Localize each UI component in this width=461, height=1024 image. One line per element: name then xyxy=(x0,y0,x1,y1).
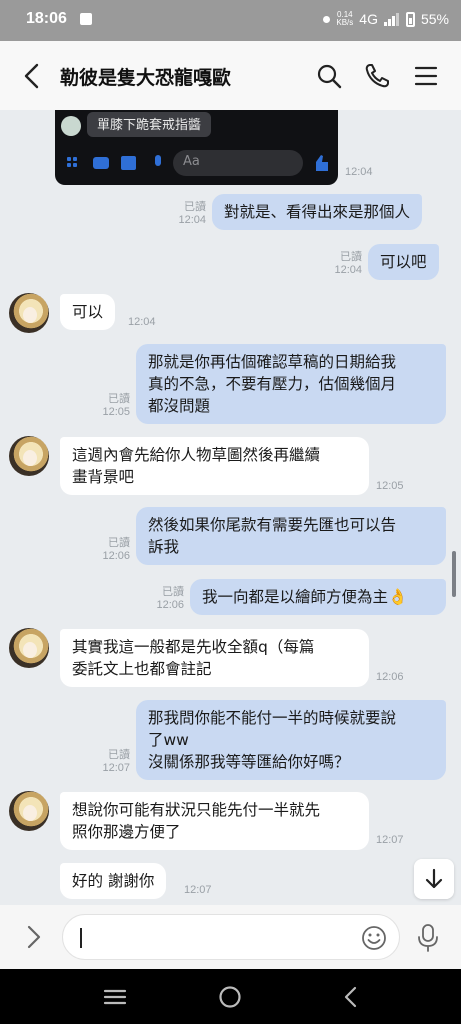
text-cursor xyxy=(80,928,82,948)
image-caption: 單膝下跪套戒指醬 xyxy=(87,112,212,137)
chat-header: 勒彼是隻大恐龍嘎歐 xyxy=(0,41,461,110)
message-meta: 已讀 12:06 xyxy=(156,586,184,611)
outgoing-message-bubble[interactable]: 可以吧 xyxy=(368,244,439,280)
incoming-message-bubble[interactable]: 可以 xyxy=(60,294,116,330)
signal-icon xyxy=(383,12,400,26)
chat-title: 勒彼是隻大恐龍嘎歐 xyxy=(60,67,232,89)
avatar[interactable] xyxy=(9,628,49,668)
message-time: 12:05 xyxy=(376,480,404,492)
message-meta: 已讀 12:07 xyxy=(102,749,130,774)
system-navigation-bar xyxy=(0,969,461,1024)
chevron-right-icon[interactable] xyxy=(20,923,48,951)
battery-icon xyxy=(405,11,415,27)
incoming-message-bubble[interactable]: 這週內會先給你人物草圖然後再繼續 畫背景吧 xyxy=(60,437,369,495)
microphone-icon[interactable] xyxy=(414,923,442,953)
back-nav-icon[interactable] xyxy=(338,984,364,1010)
chevron-left-icon[interactable] xyxy=(18,61,48,91)
network-type: 4G xyxy=(359,11,378,27)
message-time: 12:07 xyxy=(184,884,212,896)
message-meta: 已讀 12:05 xyxy=(102,393,130,418)
outgoing-message-bubble[interactable]: 那我問你能不能付一半的時候就要說 了ww 沒關係那我等等匯給你好嗎？ xyxy=(136,700,446,780)
message-input[interactable] xyxy=(62,914,400,960)
message-composer xyxy=(0,905,461,969)
message-meta: 已讀 12:06 xyxy=(102,537,130,562)
message-time: 12:04 xyxy=(128,316,156,328)
avatar[interactable] xyxy=(9,436,49,476)
arrow-down-icon[interactable] xyxy=(414,859,454,899)
scrollbar-thumb[interactable] xyxy=(452,551,456,597)
status-bar: 18:06 0.14 KB/s 4G 55% xyxy=(0,0,461,41)
facebook-notification-icon xyxy=(80,13,92,25)
recent-apps-icon[interactable] xyxy=(102,984,128,1010)
image-input-placeholder: Aa xyxy=(173,150,303,176)
incoming-message-bubble[interactable]: 好的 謝謝你 xyxy=(60,863,167,899)
attachment-thumbnail-icon xyxy=(61,116,81,136)
battery-level: 55% xyxy=(420,11,449,27)
search-icon[interactable] xyxy=(314,61,344,91)
image-message[interactable]: 單膝下跪套戒指醬 Aa xyxy=(55,110,338,185)
network-speed: 0.14 KB/s xyxy=(336,10,354,27)
incoming-message-bubble[interactable]: 想說你可能有狀況只能先付一半就先 照你那邊方便了 xyxy=(60,792,369,850)
avatar[interactable] xyxy=(9,293,49,333)
outgoing-message-bubble[interactable]: 那就是你再估個確認草稿的日期給我 真的不急，不要有壓力，估個幾個月 都沒問題 xyxy=(136,344,446,424)
status-time: 18:06 xyxy=(26,10,67,27)
incoming-message-bubble[interactable]: 其實我這一般都是先收全額q（每篇 委託文上也都會註記 xyxy=(60,629,369,687)
message-time: 12:07 xyxy=(376,834,404,846)
home-icon[interactable] xyxy=(217,984,243,1010)
phone-icon[interactable] xyxy=(362,61,392,91)
notification-dot-icon xyxy=(323,15,331,23)
message-time: 12:06 xyxy=(376,671,404,683)
outgoing-message-bubble[interactable]: 然後如果你尾款有需要先匯也可以告 訴我 xyxy=(136,507,446,565)
avatar[interactable] xyxy=(9,791,49,831)
message-time: 12:04 xyxy=(345,166,373,178)
outgoing-message-bubble[interactable]: 我一向都是以繪師方便為主👌 xyxy=(190,579,446,615)
hamburger-menu-icon[interactable] xyxy=(411,61,441,91)
outgoing-message-bubble[interactable]: 對就是、看得出來是那個人 xyxy=(212,194,423,230)
smiley-icon[interactable] xyxy=(360,924,388,952)
message-meta: 已讀 12:04 xyxy=(334,251,362,276)
chat-area[interactable]: 單膝下跪套戒指醬 Aa 12:04 已讀 12:04 對就是、看得出來是那個人 已… xyxy=(0,110,461,905)
message-meta: 已讀 12:04 xyxy=(178,201,206,226)
